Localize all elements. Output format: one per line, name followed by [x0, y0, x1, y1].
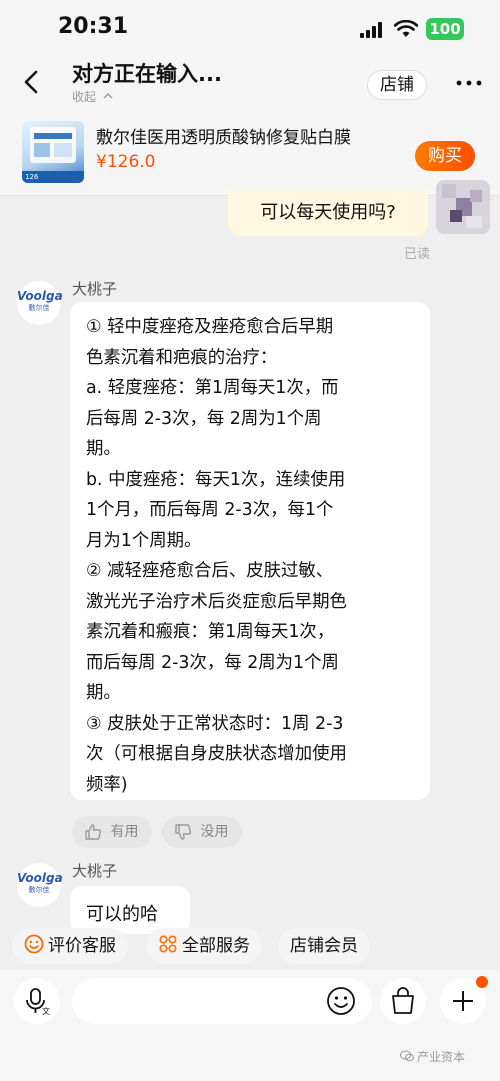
- chip-label: 店铺会员: [290, 936, 358, 956]
- product-price: ¥126.0: [96, 152, 156, 172]
- brand-logo: Voolga: [17, 871, 63, 885]
- back-icon[interactable]: [18, 68, 46, 96]
- product-thumbnail: 126: [22, 121, 84, 183]
- more-options-icon[interactable]: [456, 78, 482, 88]
- incoming-message[interactable]: ① 轻中度痤疮及痤疮愈合后早期 色素沉着和疤痕的治疗： a. 轻度痤疮：第1周每…: [70, 302, 430, 800]
- product-box-image: [30, 127, 76, 163]
- message-line: 激光光子治疗术后炎症愈后早期色: [86, 591, 347, 612]
- message-line: 期。: [86, 439, 121, 459]
- order-button[interactable]: [380, 978, 426, 1024]
- message-line: 1个月，而后每周 2-3次，每1个: [86, 500, 334, 520]
- emoji-icon[interactable]: [326, 986, 356, 1016]
- seller-avatar[interactable]: Voolga 敷尔佳: [16, 280, 63, 326]
- status-bar: 20:31 100: [0, 0, 500, 56]
- shopping-bag-icon: [392, 987, 414, 1014]
- smiley-icon: [24, 934, 44, 954]
- rate-service-chip[interactable]: 评价客服: [12, 928, 128, 964]
- status-time: 20:31: [58, 14, 129, 39]
- chat-title: 对方正在输入...: [72, 62, 222, 86]
- message-line: ① 轻中度痤疮及痤疮愈合后早期: [86, 317, 334, 337]
- read-receipt: 已读: [404, 247, 431, 262]
- blurred-avatar-image: [436, 180, 490, 234]
- message-line: ② 减轻痤疮愈合后、皮肤过敏、: [86, 561, 334, 581]
- message-line: ③ 皮肤处于正常状态时：1周 2-3: [86, 713, 344, 734]
- wechat-icon: [400, 1050, 414, 1062]
- battery-indicator: 100: [426, 18, 464, 40]
- useless-button[interactable]: 没用: [162, 816, 242, 848]
- message-line: 频率): [86, 774, 128, 795]
- cellular-signal-icon: [360, 22, 382, 38]
- message-line: 期。: [86, 683, 121, 703]
- collapse-toggle[interactable]: 收起: [72, 88, 113, 105]
- chip-label: 评价客服: [48, 936, 116, 956]
- message-line: a. 轻度痤疮：第1周每天1次，而: [86, 378, 339, 398]
- input-bar: 文 产业资本: [0, 970, 500, 1081]
- message-line: 而后每周 2-3次，每 2周为1个周: [86, 652, 339, 673]
- useless-label: 没用: [200, 824, 229, 840]
- chevron-up-icon: [103, 93, 113, 99]
- notification-dot: [476, 976, 488, 988]
- buy-button[interactable]: 购买: [415, 141, 475, 171]
- useful-label: 有用: [110, 824, 139, 840]
- thumbs-down-icon: [175, 824, 192, 840]
- all-services-chip[interactable]: 全部服务: [146, 928, 262, 964]
- voice-input-button[interactable]: 文: [14, 978, 60, 1024]
- product-thumb-label: 126: [22, 171, 84, 183]
- store-member-chip[interactable]: 店铺会员: [278, 928, 370, 964]
- sender-name: 大桃子: [72, 280, 118, 298]
- watermark: 产业资本: [400, 1048, 465, 1065]
- brand-logo-cn: 敷尔佳: [28, 304, 50, 312]
- message-line: 后每周 2-3次，每 2周为1个周: [86, 408, 322, 429]
- seller-avatar[interactable]: Voolga 敷尔佳: [16, 862, 63, 908]
- message-line: 素沉着和瘢痕：第1周每天1次，: [86, 622, 335, 642]
- chip-label: 全部服务: [182, 936, 250, 956]
- user-avatar[interactable]: [436, 180, 490, 234]
- svg-text:文: 文: [42, 1006, 50, 1016]
- collapse-label: 收起: [72, 90, 97, 104]
- useful-button[interactable]: 有用: [72, 816, 152, 848]
- store-button[interactable]: 店铺: [367, 70, 427, 100]
- sender-name: 大桃子: [72, 862, 118, 880]
- message-line: 色素沉着和疤痕的治疗：: [86, 347, 278, 368]
- outgoing-message[interactable]: 可以每天使用吗?: [228, 190, 428, 236]
- brand-logo-cn: 敷尔佳: [28, 886, 50, 894]
- product-card[interactable]: 126 敷尔佳医用透明质酸钠修复贴白膜 ¥126.0 购买: [0, 111, 500, 196]
- microphone-icon: 文: [26, 988, 50, 1016]
- chat-header: 对方正在输入... 收起 店铺: [0, 56, 500, 111]
- wifi-icon: [394, 20, 418, 37]
- message-line: 月为1个周期。: [86, 530, 202, 551]
- watermark-text: 产业资本: [417, 1050, 466, 1064]
- grid-icon: [159, 935, 177, 953]
- brand-logo: Voolga: [17, 289, 63, 303]
- thumbs-up-icon: [85, 824, 102, 840]
- message-line: b. 中度痤疮：每天1次，连续使用: [86, 469, 346, 490]
- message-line: 次（可根据自身皮肤状态增加使用: [86, 744, 347, 764]
- quick-services-bar: 评价客服 全部服务 店铺会员: [0, 924, 500, 970]
- product-name: 敷尔佳医用透明质酸钠修复贴白膜: [96, 128, 351, 148]
